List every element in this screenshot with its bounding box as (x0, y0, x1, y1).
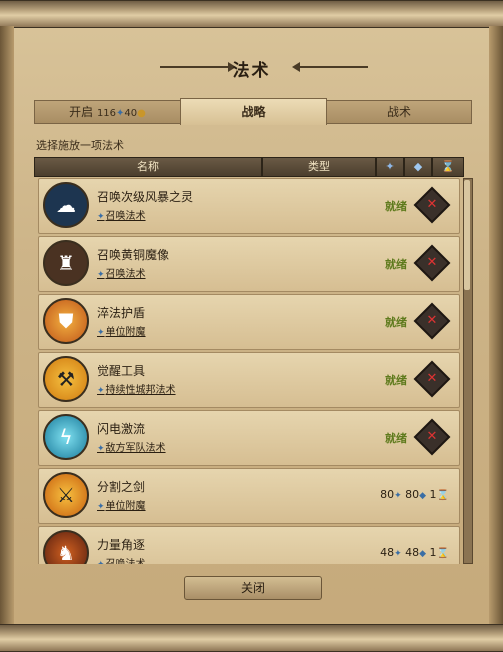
mana-icon: ✦ (394, 549, 402, 559)
tab-tactics[interactable]: 战术 (326, 100, 472, 124)
spell-name: 觉醒工具 (97, 364, 146, 378)
sword-icon: ⚔ (43, 472, 89, 518)
storm-spirit-icon: ☁ (43, 182, 89, 228)
spell-type-link[interactable]: ✦召唤法术 (97, 555, 146, 564)
spell-list: ☁ 召唤次级风暴之灵 ✦召唤法术 就绪 ✕ ♜ 召唤黄铜魔像 ✦召唤法术 就绪 … (34, 176, 462, 564)
spell-name: 淬法护盾 (97, 306, 146, 320)
cast-button[interactable]: ✕ (413, 418, 451, 456)
spell-turns: 1 (429, 546, 437, 559)
spell-row[interactable]: ⛊ 淬法护盾 ✦单位附魔 就绪 ✕ (38, 294, 460, 350)
hourglass-icon: ⌛ (436, 490, 449, 501)
spell-type-icon: ✦ (97, 386, 105, 396)
spell-type: 敌方军队法术 (105, 443, 166, 454)
mana-icon: ✦ (394, 491, 402, 501)
gold-icon: ● (137, 108, 146, 119)
shield-icon: ⛊ (43, 298, 89, 344)
cast-button[interactable]: ✕ (413, 302, 451, 340)
tab-open[interactable]: 开启 116✦40● (34, 100, 181, 124)
spell-type-link[interactable]: ✦敌方军队法术 (97, 439, 166, 454)
column-header-name[interactable]: 名称 (34, 157, 262, 177)
scroll-left-edge (0, 26, 14, 624)
crossed-swords-icon: ✕ (426, 313, 438, 328)
scroll-bottom-rod (0, 624, 503, 652)
spell-status: 就绪 (385, 432, 407, 445)
spell-name: 分割之剑 (97, 480, 146, 494)
scrollbar-thumb[interactable] (464, 180, 470, 290)
crossed-swords-icon: ✕ (426, 197, 438, 212)
tab-open-gold: 40 (124, 108, 138, 119)
hourglass-icon: ⌛ (436, 548, 449, 559)
spell-mana-cost: 48 (380, 546, 395, 559)
spell-status: 就绪 (385, 374, 407, 387)
brass-golem-icon: ♜ (43, 240, 89, 286)
crossed-swords-icon: ✕ (426, 255, 438, 270)
spell-type: 单位附魔 (105, 327, 146, 338)
spell-type: 召唤法术 (105, 269, 146, 280)
diamond-icon: ◆ (419, 491, 427, 501)
cast-button[interactable]: ✕ (413, 244, 451, 282)
spell-type-icon: ✦ (97, 444, 105, 454)
window-title: 法术 (232, 61, 271, 81)
spell-type-link[interactable]: ✦召唤法术 (97, 207, 146, 222)
spell-diamond-cost: 48 (405, 546, 420, 559)
spell-type-icon: ✦ (97, 212, 105, 222)
spell-type: 单位附魔 (105, 501, 146, 512)
diamond-icon: ◆ (413, 160, 423, 173)
spell-row[interactable]: ⚔ 分割之剑 ✦单位附魔 80✦ 80◆ 1⌛ (38, 468, 460, 524)
spell-status: 就绪 (385, 316, 407, 329)
spell-status: 就绪 (385, 200, 407, 213)
crossed-swords-icon: ✕ (426, 371, 438, 386)
column-header-type[interactable]: 类型 (262, 157, 376, 177)
tab-bar: 开启 116✦40● 战略 战术 (34, 98, 472, 125)
tab-open-mana: 116 (96, 108, 117, 119)
spell-type-icon: ✦ (97, 502, 105, 512)
spell-name: 闪电激流 (97, 422, 146, 436)
spell-row[interactable]: ♜ 召唤黄铜魔像 ✦召唤法术 就绪 ✕ (38, 236, 460, 292)
select-prompt: 选择施放一项法术 (36, 139, 124, 152)
spell-cost: 80✦ 80◆ 1⌛ (380, 488, 449, 501)
spell-type: 召唤法术 (105, 211, 146, 222)
column-header-mana[interactable]: ✦ (376, 157, 404, 177)
spell-row[interactable]: ♞ 力量角逐 ✦召唤法术 48✦ 48◆ 1⌛ (38, 526, 460, 564)
spell-type-link[interactable]: ✦单位附魔 (97, 323, 146, 338)
spell-scroll-window: 法术 开启 116✦40● 战略 战术 选择施放一项法术 名称 类型 ✦ ◆ ⌛… (0, 0, 503, 652)
column-header-hourglass[interactable]: ⌛ (432, 157, 464, 177)
mana-icon: ✦ (385, 160, 395, 173)
cast-button[interactable]: ✕ (413, 186, 451, 224)
close-button[interactable]: 关闭 (184, 576, 322, 600)
spell-row[interactable]: ⚒ 觉醒工具 ✦持续性城邦法术 就绪 ✕ (38, 352, 460, 408)
spell-diamond-cost: 80 (405, 488, 420, 501)
hourglass-icon: ⌛ (441, 160, 455, 173)
crossed-swords-icon: ✕ (426, 429, 438, 444)
spell-type-link[interactable]: ✦召唤法术 (97, 265, 146, 280)
spell-name: 召唤次级风暴之灵 (97, 190, 194, 204)
hammer-pick-icon: ⚒ (43, 356, 89, 402)
spell-row[interactable]: ☁ 召唤次级风暴之灵 ✦召唤法术 就绪 ✕ (38, 178, 460, 234)
column-header-diamond[interactable]: ◆ (404, 157, 432, 177)
lightning-icon: ϟ (43, 414, 89, 460)
spell-type: 召唤法术 (106, 559, 146, 564)
spell-type: 持续性城邦法术 (105, 385, 176, 396)
cast-button[interactable]: ✕ (413, 360, 451, 398)
spell-type-link[interactable]: ✦单位附魔 (97, 497, 146, 512)
spell-type-icon: ✦ (97, 270, 105, 280)
spell-type-link[interactable]: ✦持续性城邦法术 (97, 381, 176, 396)
diamond-icon: ◆ (419, 549, 427, 559)
spell-type-icon: ✦ (97, 328, 105, 338)
spell-status: 就绪 (385, 258, 407, 271)
spell-row[interactable]: ϟ 闪电激流 ✦敌方军队法术 就绪 ✕ (38, 410, 460, 466)
warrior-icon: ♞ (43, 530, 89, 564)
spell-cost: 48✦ 48◆ 1⌛ (380, 546, 449, 559)
spell-turns: 1 (429, 488, 437, 501)
title-ornament-right (292, 62, 368, 72)
spell-name: 力量角逐 (97, 538, 146, 552)
spell-name: 召唤黄铜魔像 (97, 248, 170, 262)
scroll-right-edge (489, 26, 503, 624)
scroll-top-rod (0, 0, 503, 28)
tab-open-label: 开启 (69, 105, 94, 119)
spell-type-icon: ✦ (97, 560, 105, 564)
spell-mana-cost: 80 (380, 488, 395, 501)
tab-strategy[interactable]: 战略 (180, 98, 327, 125)
